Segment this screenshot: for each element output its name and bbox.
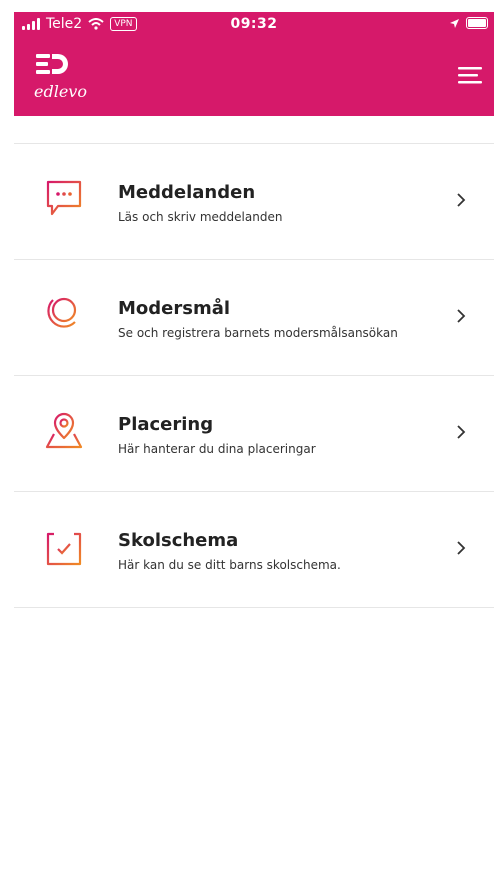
map-pin-icon — [45, 412, 83, 449]
chevron-right-icon — [457, 541, 466, 555]
chat-bubble-icon — [46, 180, 82, 216]
chevron-right-icon — [457, 193, 466, 207]
menu-item-subtitle: Här hanterar du dina placeringar — [118, 442, 316, 456]
menu-item-title: Placering — [118, 414, 214, 435]
menu-item-subtitle: Här kan du se ditt barns skolschema. — [118, 558, 341, 572]
status-bar: Tele2 VPN 09:32 — [14, 12, 494, 38]
edlevo-logo: edlevo — [34, 52, 87, 101]
chevron-right-icon — [457, 309, 466, 323]
menu-item-meddelanden[interactable]: Meddelanden Läs och skriv meddelanden — [14, 144, 494, 260]
menu-item-subtitle: Se och registrera barnets modersmålsansö… — [118, 326, 398, 340]
menu-item-title: Skolschema — [118, 530, 239, 551]
calendar-check-icon — [46, 530, 82, 566]
battery-icon — [466, 17, 488, 29]
logo-text: edlevo — [34, 82, 87, 101]
app-header: edlevo — [14, 38, 494, 116]
edlevo-logo-mark — [36, 54, 68, 74]
menu-item-modersmal[interactable]: Modersmål Se och registrera barnets mode… — [14, 260, 494, 376]
location-arrow-icon — [450, 18, 459, 28]
main-menu-list: Meddelanden Läs och skriv meddelanden Mo… — [14, 143, 494, 608]
menu-item-skolschema[interactable]: Skolschema Här kan du se ditt barns skol… — [14, 492, 494, 608]
menu-item-title: Modersmål — [118, 298, 231, 319]
chevron-right-icon — [457, 425, 466, 439]
menu-item-placering[interactable]: Placering Här hanterar du dina placering… — [14, 376, 494, 492]
menu-item-title: Meddelanden — [118, 182, 256, 203]
globe-icon — [47, 297, 77, 334]
menu-item-subtitle: Läs och skriv meddelanden — [118, 210, 283, 224]
status-time: 09:32 — [230, 16, 278, 32]
hamburger-menu-button[interactable] — [456, 64, 484, 86]
